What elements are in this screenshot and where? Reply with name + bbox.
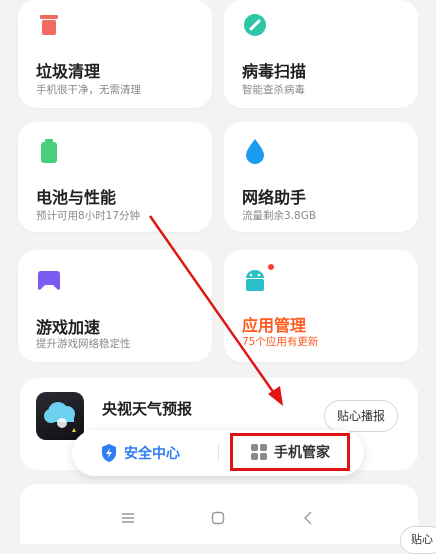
card-subtitle: 流量剩余3.8GB [242,210,317,222]
card-title: 电池与性能 [36,188,117,207]
card-title: 应用管理 [242,316,307,335]
card-game-boost[interactable]: 游戏加速 提升游戏网络稳定性 [18,250,212,362]
card-virus-scan[interactable]: 病毒扫描 智能查杀病毒 [224,0,418,108]
card-network[interactable]: 网络助手 流量剩余3.8GB [224,122,418,232]
weather-app-icon [36,392,84,440]
card-subtitle: 智能查杀病毒 [242,84,305,96]
card-subtitle: 75个应用有更新 [242,336,319,348]
card-subtitle: 预计可用8小时17分钟 [36,210,141,222]
card-subtitle: 提升游戏网络稳定性 [36,338,131,350]
shield-icon [102,444,116,462]
scan-icon [244,14,266,36]
card-title: 垃圾清理 [36,62,101,81]
android-icon [246,270,264,291]
card-app-manager[interactable]: 应用管理 75个应用有更新 [224,250,418,362]
card-battery[interactable]: 电池与性能 预计可用8小时17分钟 [18,122,212,232]
grid-icon [251,444,267,460]
card-title: 病毒扫描 [242,62,307,81]
broadcast-button[interactable]: 贴心播报 [323,400,398,432]
divider [218,444,219,462]
card-subtitle: 手机很干净，无需清理 [36,84,141,96]
home-icon[interactable] [210,510,226,526]
card-junk-cleanup[interactable]: 垃圾清理 手机很干净，无需清理 [18,0,212,108]
trash-icon [40,15,58,35]
back-icon[interactable] [300,510,316,526]
app-switcher-pill: 安全中心 手机管家 [72,430,364,476]
battery-icon [41,139,57,163]
card-title: 网络助手 [242,188,307,207]
phone-manager-label: 手机管家 [274,445,330,461]
water-drop-icon [246,139,264,164]
security-center-tab[interactable]: 安全中心 [100,430,180,476]
card-title: 游戏加速 [36,318,101,337]
phone-manager-tab[interactable]: 手机管家 [230,433,350,471]
security-center-label: 安全中心 [124,446,180,462]
system-nav-bar [0,498,436,538]
gamepad-icon [38,271,60,290]
update-badge [268,264,274,270]
menu-icon[interactable] [120,510,136,526]
weather-app-title: 央视天气预报 [102,400,193,418]
